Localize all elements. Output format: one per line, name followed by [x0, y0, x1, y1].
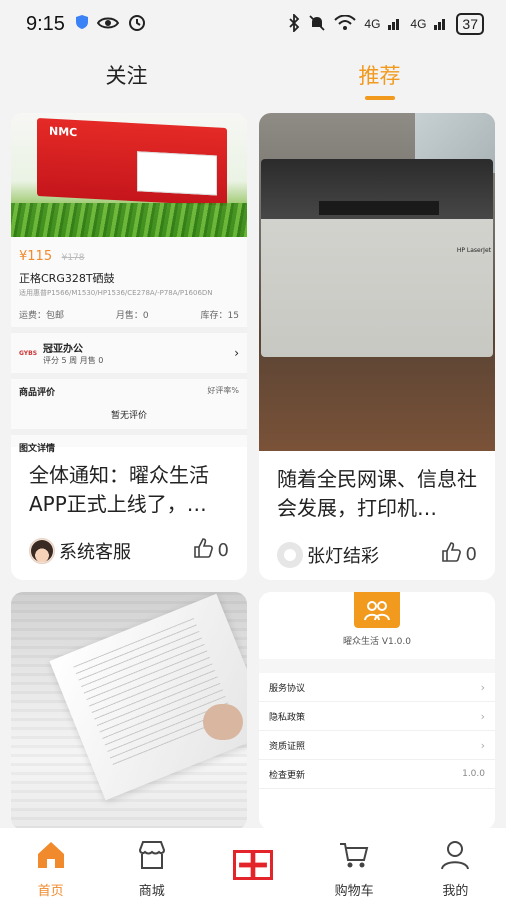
app-logo-icon	[354, 592, 400, 628]
cart-icon	[337, 838, 371, 876]
feed-card[interactable]: NMC ¥115 ¥178 正格CRG328T硒鼓 适用惠普P1566/M153…	[11, 113, 247, 580]
product-name: 正格CRG328T硒鼓	[19, 272, 115, 285]
nav-profile[interactable]: 我的	[415, 838, 495, 899]
about-update-version: 1.0.0	[462, 769, 485, 779]
about-row-license: 资质证照 ›	[259, 731, 495, 760]
about-row-update: 检查更新 1.0.0	[259, 760, 495, 789]
profile-icon	[438, 838, 472, 876]
nav-shop[interactable]: 商城	[112, 838, 192, 899]
card-title: 全体通知：曜众生活APP正式上线了，…	[29, 463, 209, 516]
avatar[interactable]	[29, 537, 55, 564]
nav-cart[interactable]: 购物车	[314, 838, 394, 899]
author-name[interactable]: 张灯结彩	[307, 542, 379, 568]
signal-bars-icon-2	[434, 16, 448, 33]
product-spec: 适用惠普P1566/M1530/HP1536/CE278A/-P78A/P160…	[19, 289, 213, 297]
signal-icon-1: 4G	[364, 17, 381, 31]
feed-card[interactable]	[11, 592, 247, 830]
nav-profile-label: 我的	[442, 884, 469, 899]
toner-brand: NMC	[49, 124, 78, 140]
about-row-service: 服务协议 ›	[259, 673, 495, 702]
feed-tabs: 关注 推荐	[0, 48, 506, 110]
printer-photo-label: HP LaserJet	[456, 247, 491, 254]
status-time: 9:15	[26, 12, 65, 35]
shop-rating: 评分 5 周 月售 0	[43, 356, 104, 365]
shield-icon	[75, 14, 89, 34]
bluetooth-icon	[288, 12, 300, 35]
feed-card[interactable]: HP LaserJet 随着全民网课、信息社会发展，打印机… 张灯结彩 0	[259, 113, 495, 580]
nav-home-label: 首页	[37, 884, 64, 899]
chevron-right-icon: ›	[234, 346, 239, 360]
like-count: 0	[465, 544, 477, 565]
signal-icon-2: 4G	[410, 17, 427, 31]
review-rate: 好评率%	[207, 386, 239, 395]
printer-photo: HP LaserJet	[259, 113, 495, 451]
paper-photo	[11, 592, 247, 830]
author-name[interactable]: 系统客服	[59, 538, 131, 564]
product-stock: 库存：15	[200, 311, 239, 321]
product-monthly-sales: 月售：0	[115, 311, 149, 321]
toner-box-photo: NMC	[11, 113, 247, 237]
thumbs-up-icon	[440, 541, 462, 568]
review-title: 商品评价	[19, 388, 56, 398]
home-icon	[34, 838, 68, 876]
shop-name: 冠亚办公	[43, 344, 83, 355]
shop-icon	[135, 838, 169, 876]
tab-recommend[interactable]: 推荐	[253, 48, 506, 110]
add-icon	[232, 850, 273, 880]
chevron-right-icon: ›	[480, 738, 485, 752]
shop-logo: GYBS	[19, 349, 38, 357]
product-screenshot-image: NMC ¥115 ¥178 正格CRG328T硒鼓 适用惠普P1566/M153…	[11, 113, 247, 454]
alarm-icon	[127, 12, 147, 36]
product-shipping: 运费：包邮	[19, 311, 65, 321]
eye-icon	[96, 15, 120, 34]
like-count: 0	[217, 540, 229, 561]
no-review-text: 暂无评价	[110, 411, 147, 421]
tab-follow[interactable]: 关注	[0, 48, 253, 110]
nav-cart-label: 购物车	[334, 884, 374, 899]
avatar[interactable]	[277, 541, 303, 568]
battery-indicator: 37	[456, 13, 484, 35]
nav-shop-label: 商城	[138, 884, 165, 899]
chevron-right-icon: ›	[480, 709, 485, 723]
like-button[interactable]: 0	[192, 537, 229, 564]
wifi-icon	[334, 14, 357, 34]
mute-icon	[308, 14, 326, 35]
feed-card[interactable]: 曜众生活 V1.0.0 服务协议 › 隐私政策 › 资质证照 › 检查更新 1.…	[259, 592, 495, 830]
nav-add[interactable]	[213, 838, 293, 880]
nav-home[interactable]: 首页	[11, 838, 91, 899]
about-row-privacy: 隐私政策 ›	[259, 702, 495, 731]
app-version: 曜众生活 V1.0.0	[343, 637, 411, 647]
bottom-nav: 首页 商城 购物车 我的	[0, 828, 506, 900]
thumbs-up-icon	[192, 537, 214, 564]
product-old-price: ¥178	[61, 253, 85, 263]
chevron-right-icon: ›	[480, 680, 485, 694]
product-price: ¥115	[19, 249, 53, 264]
like-button[interactable]: 0	[440, 541, 477, 568]
status-bar: 9:15 4G 4G 37	[0, 0, 506, 48]
signal-bars-icon-1	[388, 16, 402, 33]
card-title: 随着全民网课、信息社会发展，打印机…	[277, 467, 477, 520]
